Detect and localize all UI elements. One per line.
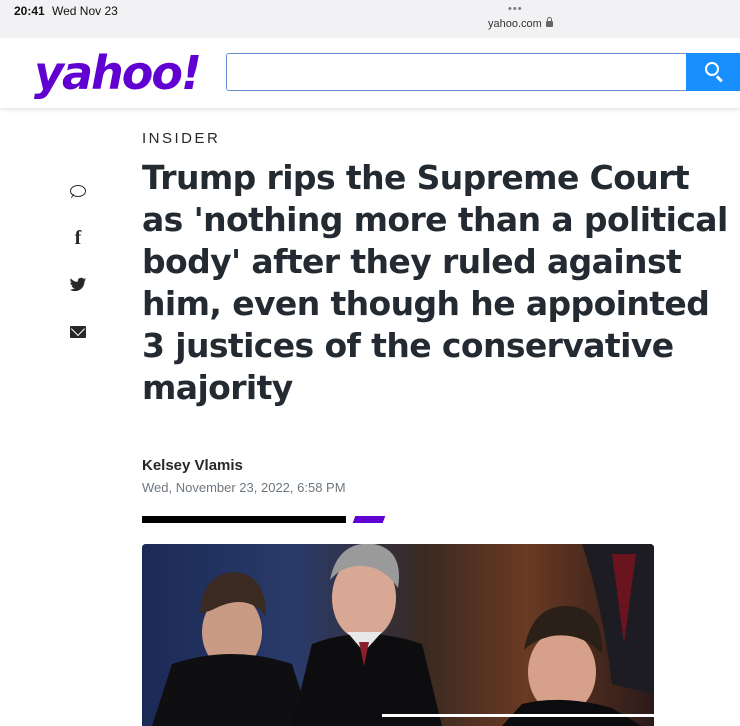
article-photo[interactable] [142, 544, 654, 726]
address-bar[interactable]: yahoo.com [488, 17, 553, 30]
publish-date: Wed, November 23, 2022, 6:58 PM [142, 480, 346, 495]
status-time: 20:41 [14, 4, 45, 18]
publisher-label[interactable]: INSIDER [142, 130, 220, 147]
author-name[interactable]: Kelsey Vlamis [142, 457, 243, 474]
divider-bar [142, 516, 346, 523]
photo-figures [152, 544, 654, 726]
search-icon [705, 62, 719, 76]
photo-progress-bar [382, 714, 654, 717]
article-headline: Trump rips the Supreme Court as 'nothing… [142, 158, 728, 407]
mail-icon[interactable] [66, 320, 90, 344]
facebook-icon[interactable]: f [66, 226, 90, 250]
search-button[interactable] [686, 53, 740, 91]
search-input[interactable] [226, 53, 688, 91]
lock-icon [545, 17, 553, 27]
twitter-icon[interactable] [66, 272, 90, 296]
comment-icon[interactable] [66, 180, 90, 204]
status-date: Wed Nov 23 [52, 4, 118, 18]
multitask-dots-icon[interactable]: ••• [508, 3, 523, 15]
site-header: yahoo! [0, 38, 740, 108]
url-text: yahoo.com [488, 18, 542, 30]
status-bar: 20:41 Wed Nov 23 ••• yahoo.com [0, 0, 740, 38]
accent-bar [352, 516, 386, 523]
yahoo-logo[interactable]: yahoo! [34, 46, 202, 100]
